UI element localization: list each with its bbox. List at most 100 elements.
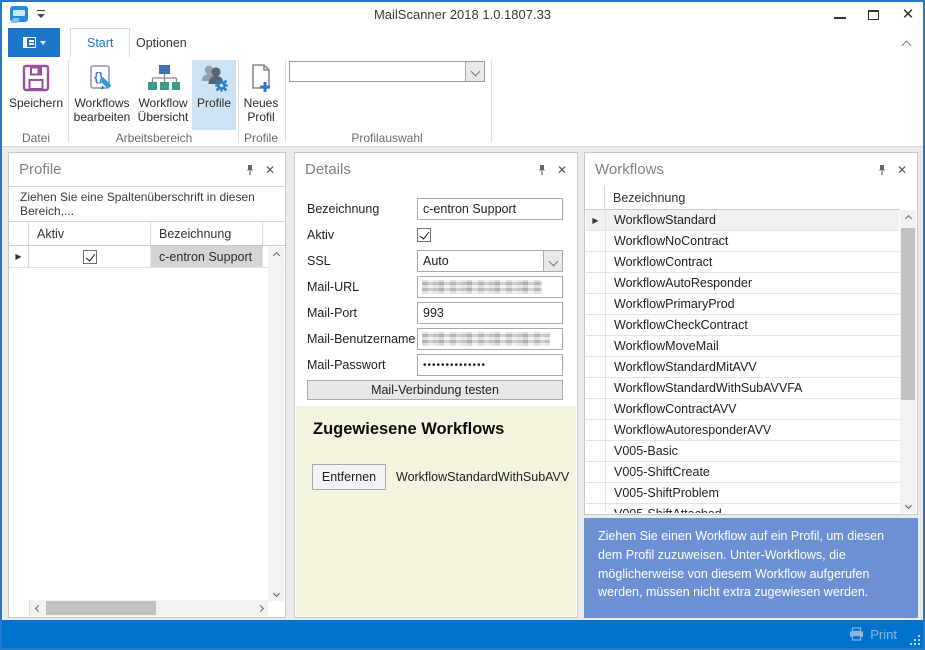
pin-icon[interactable] [245, 164, 255, 176]
workflow-row[interactable]: WorkflowStandardWithSubAVVFA [586, 378, 899, 399]
chevron-down-icon[interactable] [543, 251, 562, 271]
workflow-name-cell[interactable]: V005-ShiftAttached [606, 504, 899, 513]
workflow-name-cell[interactable]: V005-ShiftProblem [606, 483, 899, 503]
row-selector[interactable] [586, 504, 606, 513]
workflow-name-cell[interactable]: WorkflowCheckContract [606, 315, 899, 335]
profile-panel-title: Profile [19, 161, 245, 178]
entfernen-button[interactable]: Entfernen [312, 464, 386, 490]
workflow-row[interactable]: V005-ShiftCreate [586, 462, 899, 483]
speichern-button[interactable]: Speichern [8, 60, 64, 130]
workflow-uebersicht-button[interactable]: Workflow Übersicht [135, 60, 191, 130]
workflows-grid-header: Bezeichnung [585, 186, 900, 210]
scroll-up-icon[interactable] [900, 210, 916, 226]
scroll-down-icon[interactable] [900, 497, 916, 513]
resize-grip[interactable] [910, 635, 920, 645]
workflow-name-cell[interactable]: WorkflowContractAVV [606, 399, 899, 419]
profile-vscrollbar[interactable] [268, 247, 284, 601]
row-selector[interactable] [586, 252, 606, 272]
scroll-up-icon[interactable] [268, 247, 284, 263]
profile-grid-header: Aktiv Bezeichnung [9, 222, 285, 246]
workflow-name-cell[interactable]: WorkflowStandard [606, 210, 899, 230]
workflow-row[interactable]: WorkflowPrimaryProd [586, 294, 899, 315]
profilauswahl-input[interactable] [290, 62, 465, 81]
aktiv-checkbox[interactable] [417, 228, 431, 242]
workflow-name-cell[interactable]: WorkflowAutoresponderAVV [606, 420, 899, 440]
row-selector[interactable] [586, 210, 606, 230]
print-button[interactable]: Print [849, 620, 897, 648]
row-selector[interactable] [586, 336, 606, 356]
row-selector[interactable] [586, 357, 606, 377]
workflow-name-cell[interactable]: WorkflowNoContract [606, 231, 899, 251]
workflow-name-cell[interactable]: WorkflowStandardMitAVV [606, 357, 899, 377]
workflows-list: WorkflowStandard WorkflowNoContract Work… [586, 210, 899, 513]
app-menu-button[interactable] [8, 28, 60, 57]
scroll-right-icon[interactable] [252, 600, 268, 616]
workflow-row[interactable]: WorkflowNoContract [586, 231, 899, 252]
profile-row[interactable]: ▶ c-entron Support [9, 246, 285, 268]
workflow-name-cell[interactable]: WorkflowAutoResponder [606, 273, 899, 293]
workflows-bearbeiten-button[interactable]: {} Workflows bearbeiten [72, 60, 132, 130]
row-selector[interactable]: ▶ [9, 246, 29, 267]
details-panel-title: Details [305, 161, 537, 178]
profilauswahl-combobox[interactable] [289, 61, 485, 82]
workflow-name-cell[interactable]: V005-ShiftCreate [606, 462, 899, 482]
column-header-aktiv[interactable]: Aktiv [29, 222, 151, 245]
workflow-row[interactable]: V005-ShiftAttached [586, 504, 899, 513]
aktiv-cell[interactable] [29, 246, 151, 267]
tab-optionen[interactable]: Optionen [120, 28, 203, 57]
workflow-row[interactable]: V005-ShiftProblem [586, 483, 899, 504]
profile-button[interactable]: Profile [192, 60, 236, 130]
workflow-row[interactable]: WorkflowStandardMitAVV [586, 357, 899, 378]
row-selector[interactable] [586, 483, 606, 503]
maximize-button[interactable] [868, 10, 879, 20]
aktiv-checkbox[interactable] [83, 250, 97, 264]
bezeichnung-cell[interactable]: c-entron Support [151, 246, 263, 267]
close-icon[interactable]: ✕ [557, 163, 567, 177]
row-selector[interactable] [586, 399, 606, 419]
workflow-name-cell[interactable]: WorkflowStandardWithSubAVVFA [606, 378, 899, 398]
workflow-name-cell[interactable]: WorkflowMoveMail [606, 336, 899, 356]
close-icon[interactable]: ✕ [265, 163, 275, 177]
workflow-name-cell[interactable]: V005-Basic [606, 441, 899, 461]
column-header-bezeichnung[interactable]: Bezeichnung [151, 222, 263, 245]
row-selector[interactable] [586, 315, 606, 335]
close-icon[interactable]: ✕ [897, 163, 907, 177]
workflow-row[interactable]: WorkflowContract [586, 252, 899, 273]
vscroll-thumb[interactable] [901, 228, 915, 400]
scroll-left-icon[interactable] [30, 600, 46, 616]
mail-passwort-input[interactable] [417, 354, 563, 376]
collapse-ribbon-icon[interactable] [903, 38, 913, 46]
workflow-row[interactable]: WorkflowMoveMail [586, 336, 899, 357]
minimize-button[interactable] [834, 11, 846, 19]
workflow-name-cell[interactable]: WorkflowContract [606, 252, 899, 272]
workflow-row[interactable]: WorkflowAutoResponder [586, 273, 899, 294]
row-selector[interactable] [586, 420, 606, 440]
close-button[interactable]: ✕ [901, 8, 915, 22]
row-selector[interactable] [586, 294, 606, 314]
pin-icon[interactable] [877, 164, 887, 176]
pin-icon[interactable] [537, 164, 547, 176]
mail-port-input[interactable] [417, 302, 563, 324]
chevron-down-icon[interactable] [465, 62, 484, 81]
ssl-value: Auto [418, 251, 543, 271]
row-selector[interactable] [586, 378, 606, 398]
workflow-name-cell[interactable]: WorkflowPrimaryProd [606, 294, 899, 314]
workflow-row[interactable]: WorkflowContractAVV [586, 399, 899, 420]
ssl-combobox[interactable]: Auto [417, 250, 563, 272]
row-selector[interactable] [586, 231, 606, 251]
mail-verbindung-testen-button[interactable]: Mail-Verbindung testen [307, 380, 563, 400]
workflow-row[interactable]: WorkflowStandard [586, 210, 899, 231]
workflow-row[interactable]: WorkflowCheckContract [586, 315, 899, 336]
profile-hscrollbar[interactable] [10, 600, 268, 616]
bezeichnung-input[interactable] [417, 198, 563, 220]
workflow-row[interactable]: V005-Basic [586, 441, 899, 462]
scroll-down-icon[interactable] [268, 585, 284, 601]
neues-profil-button[interactable]: Neues Profil [241, 60, 281, 130]
column-header-bezeichnung[interactable]: Bezeichnung [605, 186, 900, 209]
row-selector[interactable] [586, 462, 606, 482]
row-selector[interactable] [586, 273, 606, 293]
workflow-row[interactable]: WorkflowAutoresponderAVV [586, 420, 899, 441]
row-selector[interactable] [586, 441, 606, 461]
hscroll-thumb[interactable] [46, 601, 156, 615]
workflows-vscrollbar[interactable] [900, 210, 916, 513]
